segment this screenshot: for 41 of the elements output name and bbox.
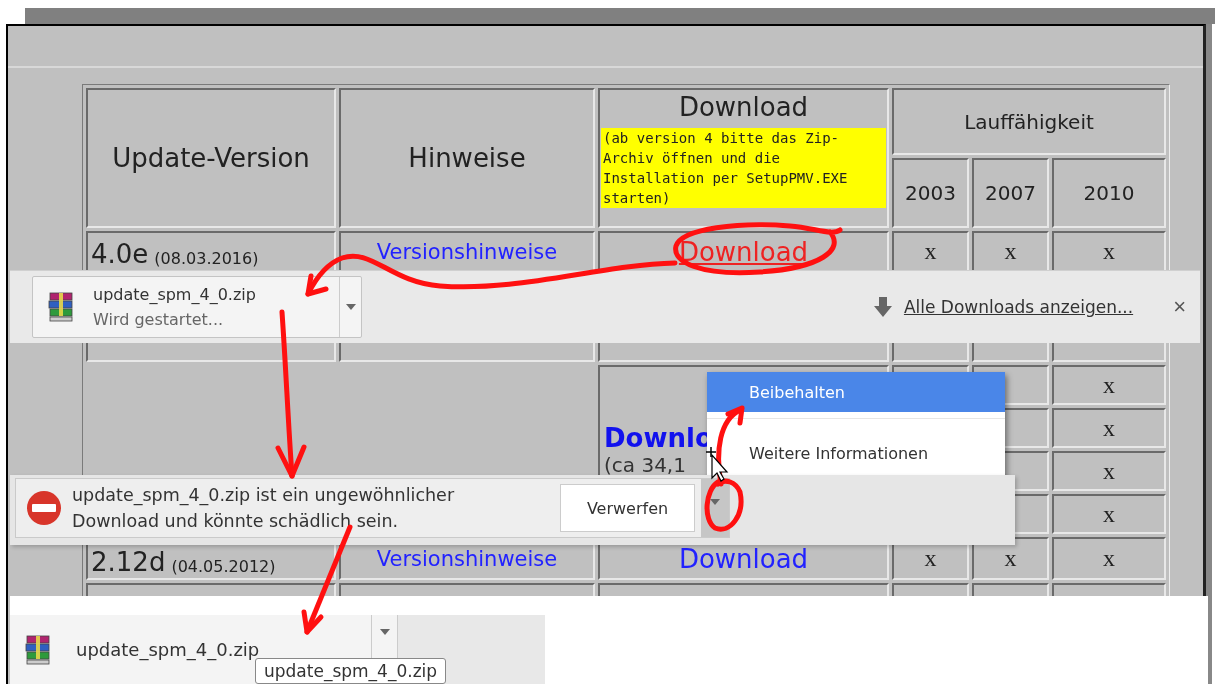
download-item[interactable]: update_spm_4_0.zip Wird gestartet... (32, 276, 362, 338)
table-cell: x (1052, 231, 1166, 272)
download-link[interactable]: Download (678, 543, 809, 574)
caret-icon (345, 304, 356, 310)
release-date: (04.05.2012) (171, 557, 276, 576)
menu-item[interactable]: Beibehalten (707, 372, 1005, 412)
column-header: Update-Version (86, 88, 336, 228)
download-arrow-icon (873, 297, 892, 317)
column-header: 2003 (892, 158, 969, 228)
warning-message: update_spm_4_0.zip ist ein ungewöhnlicher Download und könnte schädlich sein. (72, 484, 456, 533)
file-name: update_spm_4_0.zip (76, 639, 260, 660)
table-cell: x (1052, 365, 1166, 405)
file-name: update_spm_4_0.zip (93, 285, 256, 304)
circle-annotation (704, 478, 744, 532)
discard-button[interactable]: Verwerfen (560, 484, 695, 532)
caret-icon (379, 629, 390, 635)
release-notes-link[interactable]: Versionshinweise (376, 239, 558, 264)
table-cell: x (1052, 494, 1166, 534)
download-note: (ab version 4 bitte das Zip-Archiv öffnen und die Installation per SetupPMV.EXE starten) (601, 128, 886, 208)
caret-icon (710, 499, 720, 505)
show-all-downloads-link[interactable]: Alle Downloads anzeigen... (903, 297, 1134, 317)
column-header: Hinweise (339, 88, 595, 228)
table-cell: x (972, 231, 1049, 272)
column-header: Download (677, 91, 810, 124)
file-size: (ca 34,1 (604, 452, 686, 477)
release-notes-link[interactable]: Versionshinweise (376, 546, 558, 571)
table-cell: x (1052, 451, 1166, 491)
table-cell: x (1052, 408, 1166, 448)
release-date: (08.03.2016) (154, 249, 259, 268)
download-status: Wird gestartet... (93, 310, 225, 329)
tooltip: update_spm_4_0.zip (255, 658, 447, 684)
no-entry-icon (26, 490, 62, 526)
table-cell: x (892, 231, 969, 272)
close-button[interactable]: × (1169, 294, 1190, 320)
version-number: 2.12d (91, 548, 166, 576)
table-cell: x (1052, 537, 1166, 580)
menu-item[interactable]: Weitere Informationen (707, 433, 1005, 473)
version-number: 4.0e (91, 240, 149, 268)
column-header: 2010 (1052, 158, 1166, 228)
column-header: 2007 (972, 158, 1049, 228)
column-header: Lauffähigkeit (892, 88, 1166, 155)
